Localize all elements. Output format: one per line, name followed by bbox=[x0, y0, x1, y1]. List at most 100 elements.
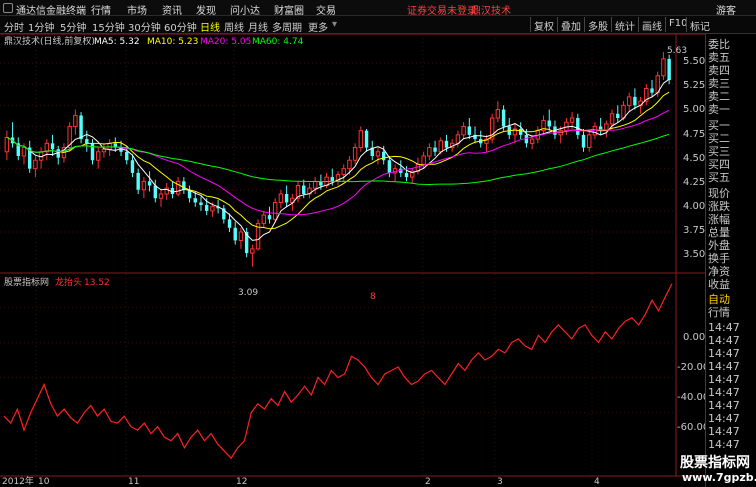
period-30min[interactable]: 30分钟 bbox=[128, 19, 161, 34]
quote-label-weibi: 委比 bbox=[708, 38, 730, 51]
ytick-425: 4.25 bbox=[683, 177, 705, 188]
candle-body bbox=[278, 193, 284, 203]
menu-zixun[interactable]: 资讯 bbox=[162, 2, 182, 17]
candle-body bbox=[467, 126, 472, 135]
quote-label-buy4: 买四 bbox=[708, 158, 730, 171]
menu-wenxiaoda[interactable]: 问小达 bbox=[230, 2, 260, 17]
ma-lines bbox=[6, 78, 670, 241]
menu-hangqing[interactable]: 行情 bbox=[91, 2, 111, 17]
period-more[interactable]: 更多 bbox=[308, 19, 328, 34]
candle-body bbox=[267, 215, 272, 220]
menu-caifuquan[interactable]: 财富圈 bbox=[274, 2, 304, 17]
candle-body bbox=[529, 138, 535, 144]
tick-time: 14:47 bbox=[708, 438, 740, 451]
menu-shichang[interactable]: 市场 bbox=[127, 2, 147, 17]
candle-body bbox=[352, 147, 358, 161]
candle-body bbox=[95, 151, 101, 161]
chevron-down-icon[interactable]: ▾ bbox=[332, 19, 337, 30]
candle-body bbox=[375, 151, 381, 157]
indicator-value: 13.52 bbox=[84, 278, 110, 288]
candle-body bbox=[616, 113, 620, 118]
ma20-line bbox=[6, 109, 670, 216]
indicator-title: 股票指标网 bbox=[4, 276, 49, 288]
candle-body bbox=[153, 185, 158, 199]
watermark-url: www.7gpzb.com bbox=[682, 471, 756, 484]
candle-body bbox=[421, 155, 426, 165]
candle-body bbox=[495, 109, 501, 119]
tool-duogu[interactable]: 多股 bbox=[584, 17, 611, 33]
guest-user[interactable]: 游客 bbox=[716, 2, 736, 17]
tool-biaoji[interactable]: 标记 bbox=[686, 17, 713, 33]
tool-tongji[interactable]: 统计 bbox=[611, 17, 638, 33]
tool-fuquan[interactable]: 复权 bbox=[530, 17, 557, 33]
candle-body bbox=[284, 194, 289, 203]
quote-label-sell2: 卖二 bbox=[708, 90, 730, 103]
candle-body bbox=[650, 88, 654, 93]
indicator-name: 龙抬头 bbox=[55, 276, 82, 288]
tick-time: 14:47 bbox=[708, 425, 740, 438]
period-1min[interactable]: 1分钟 bbox=[28, 19, 54, 34]
tick-tab-quote[interactable]: 行情 bbox=[708, 306, 730, 319]
quote-label-sell3: 卖三 bbox=[708, 77, 730, 90]
period-15min[interactable]: 15分钟 bbox=[92, 19, 125, 34]
xlabel-4: 4 bbox=[594, 477, 600, 487]
period-multi[interactable]: 多周期 bbox=[272, 19, 302, 34]
chart-grid bbox=[0, 34, 705, 477]
tick-time: 14:47 bbox=[708, 386, 740, 399]
stock-name-link[interactable]: 鼎汉技术 bbox=[471, 2, 511, 17]
candle-body bbox=[73, 114, 78, 127]
ytick-550: 5.50 bbox=[683, 56, 705, 67]
ytick-500: 5.00 bbox=[683, 104, 705, 115]
candle-body bbox=[158, 193, 164, 199]
candle-body bbox=[621, 104, 626, 119]
watermark-title: 股票指标网 bbox=[680, 455, 750, 471]
ma5-line bbox=[6, 78, 670, 241]
tool-huaxian[interactable]: 画线 bbox=[638, 17, 665, 33]
candle-body bbox=[227, 219, 232, 228]
tick-time: 14:47 bbox=[708, 412, 740, 425]
app-name: 通达信金融终端 bbox=[16, 6, 86, 17]
candle-body bbox=[576, 118, 580, 135]
candle-body bbox=[444, 140, 449, 148]
period-weekly[interactable]: 周线 bbox=[224, 19, 244, 34]
menu-faxian[interactable]: 发现 bbox=[196, 2, 216, 17]
quote-label-price: 现价 bbox=[708, 187, 730, 200]
candle-body bbox=[210, 206, 215, 212]
period-60min[interactable]: 60分钟 bbox=[164, 19, 197, 34]
ma10-label: MA10: 5.23 bbox=[147, 37, 198, 47]
quote-label-change: 涨跌 bbox=[708, 200, 730, 213]
quote-label-buy3: 买三 bbox=[708, 145, 730, 158]
app-logo-icon bbox=[3, 3, 13, 13]
period-daily[interactable]: 日线 bbox=[200, 19, 220, 34]
candle-body bbox=[4, 136, 10, 153]
candle-body bbox=[587, 134, 592, 149]
candle-body bbox=[341, 168, 346, 176]
candle-body bbox=[21, 147, 27, 157]
candle-body bbox=[312, 180, 318, 189]
kline-chart[interactable]: 鼎汉技术(日线,前复权) MA5: 5.32 MA10: 5.23 MA20: … bbox=[0, 34, 756, 487]
tick-tab-auto[interactable]: 自动 bbox=[708, 293, 730, 306]
xlabel-3: 3 bbox=[497, 477, 503, 487]
menu-jiaoyi[interactable]: 交易 bbox=[316, 2, 336, 17]
candle-body bbox=[199, 202, 203, 205]
candle-body bbox=[175, 180, 181, 195]
ytick-475: 4.75 bbox=[683, 129, 705, 140]
candle-body bbox=[130, 160, 135, 173]
chart-title: 鼎汉技术(日线,前复权) bbox=[4, 35, 95, 47]
quote-label-eps: 收益 bbox=[708, 278, 730, 291]
period-monthly[interactable]: 月线 bbox=[248, 19, 268, 34]
period-fenshi[interactable]: 分时 bbox=[4, 19, 24, 34]
candle-body bbox=[107, 142, 112, 150]
site-watermark: 股票指标网 www.7gpzb.com bbox=[676, 452, 756, 487]
ytick-350: 3.50 bbox=[683, 249, 705, 260]
tick-time: 14:47 bbox=[708, 321, 740, 334]
candle-body bbox=[633, 96, 637, 106]
quote-side-panel[interactable]: 委比 卖五 卖四 卖三 卖二 卖一 买一 买二 买三 买四 买五 现价 涨跌 涨… bbox=[705, 34, 756, 487]
period-5min[interactable]: 5分钟 bbox=[60, 19, 86, 34]
quote-label-sell1: 卖一 bbox=[708, 103, 730, 116]
tool-diejia[interactable]: 叠加 bbox=[557, 17, 584, 33]
quote-label-volume: 总量 bbox=[708, 226, 730, 239]
trade-login-notice[interactable]: 证券交易未登录 bbox=[407, 2, 477, 17]
quote-label-buy1: 买一 bbox=[708, 119, 730, 132]
xlabel-12: 12 bbox=[236, 477, 247, 487]
